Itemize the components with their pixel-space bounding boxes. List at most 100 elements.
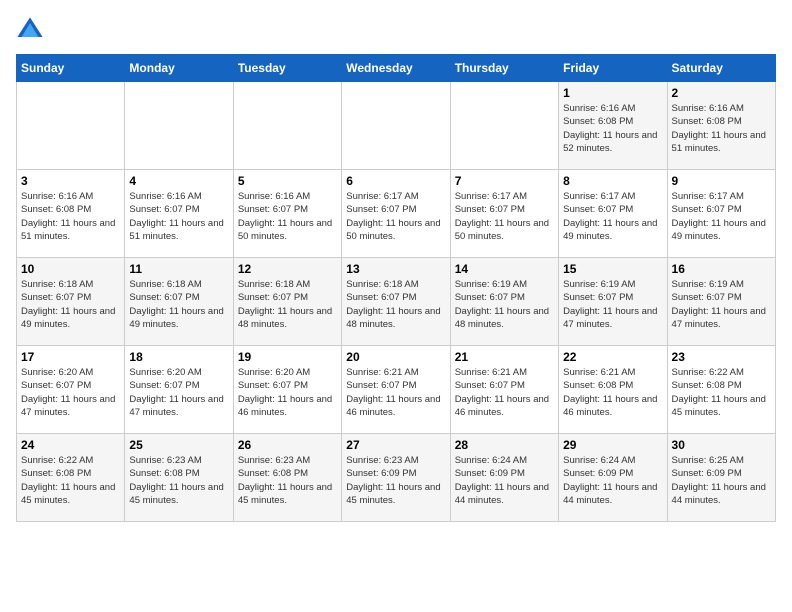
calendar-cell: 15Sunrise: 6:19 AM Sunset: 6:07 PM Dayli… [559,258,667,346]
day-info: Sunrise: 6:16 AM Sunset: 6:07 PM Dayligh… [129,190,228,243]
calendar-cell: 14 Sunrise: 6:19 AM Sunset: 6:07 PM Dayli… [450,258,558,346]
day-info: Sunrise: 6:18 AM Sunset: 6:07 PM Dayligh… [129,278,228,331]
day-info: Sunrise: 6:23 AM Sunset: 6:08 PM Dayligh… [129,454,228,507]
day-number: 28 [455,438,554,452]
calendar-cell [233,82,341,170]
logo-icon [16,16,44,44]
calendar-cell: 11 Sunrise: 6:18 AM Sunset: 6:07 PM Dayli… [125,258,233,346]
day-info: Sunrise: 6:16 AM Sunset: 6:08 PM Dayligh… [672,102,771,155]
day-number: 17 [21,350,120,364]
day-info: Sunrise: 6:24 AM Sunset: 6:09 PM Dayligh… [455,454,554,507]
calendar-cell: 16 Sunrise: 6:19 AM Sunset: 6:07 PM Dayli… [667,258,775,346]
day-number: 26 [238,438,337,452]
day-number: 19 [238,350,337,364]
day-number: 6 [346,174,445,188]
day-info: Sunrise: 6:23 AM Sunset: 6:08 PM Dayligh… [238,454,337,507]
day-number: 10 [21,262,120,276]
calendar-week-1: 3Sunrise: 6:16 AM Sunset: 6:08 PM Daylig… [17,170,776,258]
day-number: 22 [563,350,662,364]
calendar-cell: 5 Sunrise: 6:16 AM Sunset: 6:07 PM Daylig… [233,170,341,258]
calendar-cell: 3Sunrise: 6:16 AM Sunset: 6:08 PM Daylig… [17,170,125,258]
day-number: 18 [129,350,228,364]
calendar-table: SundayMondayTuesdayWednesdayThursdayFrid… [16,54,776,522]
day-info: Sunrise: 6:18 AM Sunset: 6:07 PM Dayligh… [238,278,337,331]
day-number: 23 [672,350,771,364]
day-header-wednesday: Wednesday [342,55,450,82]
calendar-cell: 12 Sunrise: 6:18 AM Sunset: 6:07 PM Dayli… [233,258,341,346]
day-number: 14 [455,262,554,276]
calendar-cell: 20Sunrise: 6:21 AM Sunset: 6:07 PM Dayli… [342,346,450,434]
calendar-cell: 30Sunrise: 6:25 AM Sunset: 6:09 PM Dayli… [667,434,775,522]
day-number: 15 [563,262,662,276]
day-info: Sunrise: 6:17 AM Sunset: 6:07 PM Dayligh… [455,190,554,243]
calendar-cell [450,82,558,170]
day-number: 16 [672,262,771,276]
day-number: 9 [672,174,771,188]
day-info: Sunrise: 6:17 AM Sunset: 6:07 PM Dayligh… [346,190,445,243]
logo [16,16,48,44]
day-number: 12 [238,262,337,276]
day-number: 29 [563,438,662,452]
day-info: Sunrise: 6:16 AM Sunset: 6:08 PM Dayligh… [21,190,120,243]
day-number: 27 [346,438,445,452]
day-number: 30 [672,438,771,452]
calendar-week-2: 10 Sunrise: 6:18 AM Sunset: 6:07 PM Dayli… [17,258,776,346]
day-info: Sunrise: 6:24 AM Sunset: 6:09 PM Dayligh… [563,454,662,507]
calendar-cell: 1 Sunrise: 6:16 AM Sunset: 6:08 PM Daylig… [559,82,667,170]
day-number: 24 [21,438,120,452]
day-info: Sunrise: 6:20 AM Sunset: 6:07 PM Dayligh… [129,366,228,419]
calendar-body: 1 Sunrise: 6:16 AM Sunset: 6:08 PM Daylig… [17,82,776,522]
day-number: 8 [563,174,662,188]
calendar-week-0: 1 Sunrise: 6:16 AM Sunset: 6:08 PM Daylig… [17,82,776,170]
calendar-cell: 9 Sunrise: 6:17 AM Sunset: 6:07 PM Daylig… [667,170,775,258]
day-info: Sunrise: 6:16 AM Sunset: 6:08 PM Dayligh… [563,102,662,155]
calendar-cell: 18 Sunrise: 6:20 AM Sunset: 6:07 PM Dayli… [125,346,233,434]
calendar-week-4: 24 Sunrise: 6:22 AM Sunset: 6:08 PM Dayli… [17,434,776,522]
calendar-cell: 21 Sunrise: 6:21 AM Sunset: 6:07 PM Dayli… [450,346,558,434]
day-number: 7 [455,174,554,188]
day-header-sunday: Sunday [17,55,125,82]
day-number: 13 [346,262,445,276]
day-info: Sunrise: 6:17 AM Sunset: 6:07 PM Dayligh… [563,190,662,243]
calendar-cell: 7 Sunrise: 6:17 AM Sunset: 6:07 PM Daylig… [450,170,558,258]
calendar-cell: 4Sunrise: 6:16 AM Sunset: 6:07 PM Daylig… [125,170,233,258]
calendar-cell: 17 Sunrise: 6:20 AM Sunset: 6:07 PM Dayli… [17,346,125,434]
day-info: Sunrise: 6:21 AM Sunset: 6:07 PM Dayligh… [346,366,445,419]
day-info: Sunrise: 6:20 AM Sunset: 6:07 PM Dayligh… [21,366,120,419]
day-header-monday: Monday [125,55,233,82]
day-number: 25 [129,438,228,452]
day-header-friday: Friday [559,55,667,82]
day-number: 21 [455,350,554,364]
calendar-header: SundayMondayTuesdayWednesdayThursdayFrid… [17,55,776,82]
calendar-cell: 22 Sunrise: 6:21 AM Sunset: 6:08 PM Dayli… [559,346,667,434]
calendar-cell: 25 Sunrise: 6:23 AM Sunset: 6:08 PM Dayli… [125,434,233,522]
day-info: Sunrise: 6:22 AM Sunset: 6:08 PM Dayligh… [21,454,120,507]
day-number: 1 [563,86,662,100]
day-header-saturday: Saturday [667,55,775,82]
calendar-cell [342,82,450,170]
day-number: 2 [672,86,771,100]
day-number: 11 [129,262,228,276]
calendar-cell: 28 Sunrise: 6:24 AM Sunset: 6:09 PM Dayli… [450,434,558,522]
day-info: Sunrise: 6:20 AM Sunset: 6:07 PM Dayligh… [238,366,337,419]
calendar-cell [17,82,125,170]
calendar-cell [125,82,233,170]
day-info: Sunrise: 6:21 AM Sunset: 6:07 PM Dayligh… [455,366,554,419]
day-info: Sunrise: 6:17 AM Sunset: 6:07 PM Dayligh… [672,190,771,243]
calendar-cell: 10 Sunrise: 6:18 AM Sunset: 6:07 PM Dayli… [17,258,125,346]
day-info: Sunrise: 6:19 AM Sunset: 6:07 PM Dayligh… [672,278,771,331]
day-info: Sunrise: 6:16 AM Sunset: 6:07 PM Dayligh… [238,190,337,243]
calendar-cell: 24 Sunrise: 6:22 AM Sunset: 6:08 PM Dayli… [17,434,125,522]
calendar-cell: 27 Sunrise: 6:23 AM Sunset: 6:09 PM Dayli… [342,434,450,522]
day-info: Sunrise: 6:18 AM Sunset: 6:07 PM Dayligh… [21,278,120,331]
calendar-cell: 26 Sunrise: 6:23 AM Sunset: 6:08 PM Dayli… [233,434,341,522]
calendar-cell: 2 Sunrise: 6:16 AM Sunset: 6:08 PM Daylig… [667,82,775,170]
day-info: Sunrise: 6:21 AM Sunset: 6:08 PM Dayligh… [563,366,662,419]
day-info: Sunrise: 6:19 AM Sunset: 6:07 PM Dayligh… [455,278,554,331]
day-info: Sunrise: 6:23 AM Sunset: 6:09 PM Dayligh… [346,454,445,507]
calendar-cell: 19 Sunrise: 6:20 AM Sunset: 6:07 PM Dayli… [233,346,341,434]
calendar-cell: 8 Sunrise: 6:17 AM Sunset: 6:07 PM Daylig… [559,170,667,258]
day-header-tuesday: Tuesday [233,55,341,82]
day-number: 5 [238,174,337,188]
calendar-cell: 13Sunrise: 6:18 AM Sunset: 6:07 PM Dayli… [342,258,450,346]
